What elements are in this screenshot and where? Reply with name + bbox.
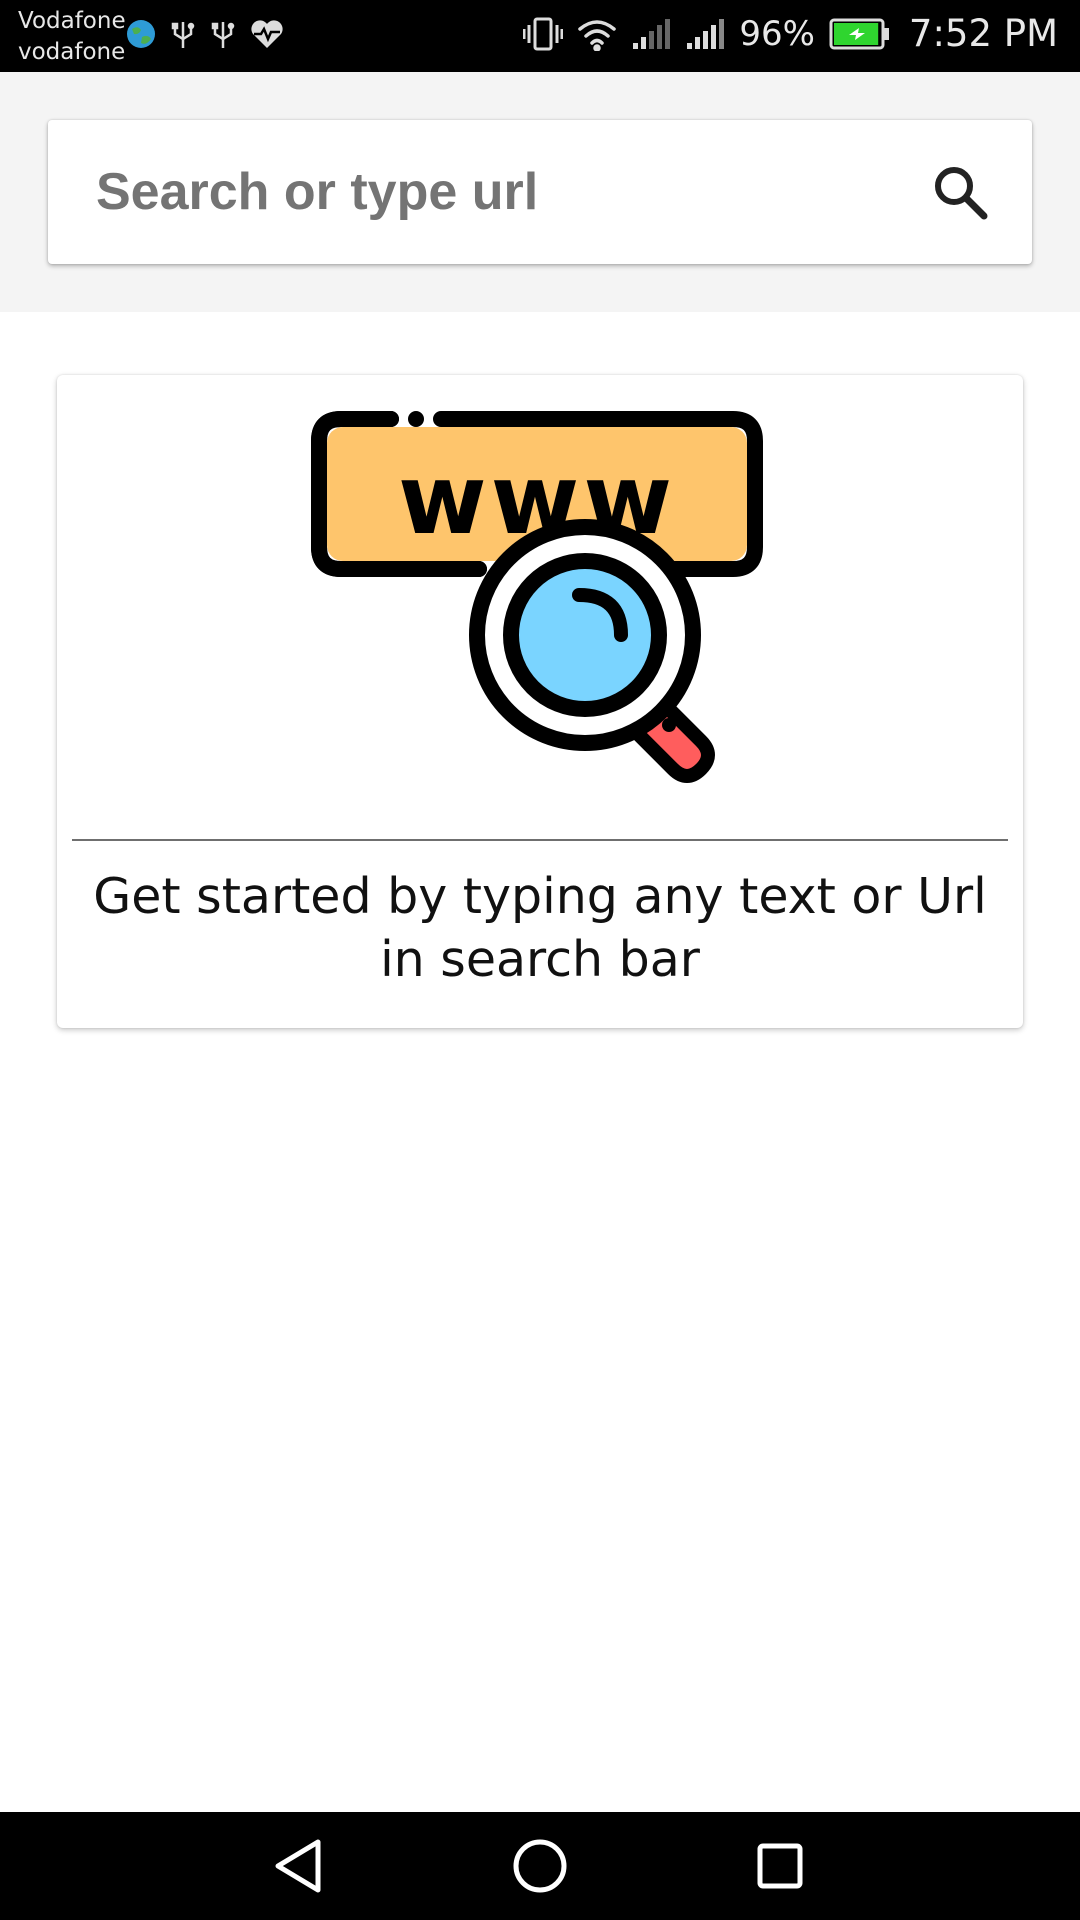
usb-icon (211, 22, 235, 48)
vibrate-icon (523, 17, 564, 50)
carrier-primary: Vodafone (18, 8, 126, 34)
battery-percent: 96% (739, 13, 815, 54)
search-area (0, 72, 1080, 312)
search-button[interactable] (928, 160, 992, 224)
home-button[interactable] (510, 1836, 570, 1896)
back-button[interactable] (270, 1836, 330, 1896)
battery-charging-icon (829, 18, 889, 49)
www-search-illustration: www (311, 411, 763, 783)
search-icon (935, 167, 988, 220)
signal-icon (687, 18, 725, 49)
carrier-secondary: vodafone (18, 39, 126, 65)
divider (72, 839, 1008, 841)
search-bar[interactable] (48, 120, 1032, 264)
globe-icon (127, 20, 155, 48)
recents-icon (757, 1843, 803, 1889)
empty-state-card: www Get started by typing any text or Ur… (57, 375, 1023, 1028)
recents-button[interactable] (750, 1836, 810, 1896)
navigation-bar (0, 1812, 1080, 1920)
search-input[interactable] (96, 120, 916, 264)
back-icon (275, 1839, 321, 1893)
home-icon (513, 1839, 567, 1893)
wifi-icon (578, 19, 617, 51)
carrier-info: Vodafone vodafone (18, 6, 126, 68)
empty-state-message: Get started by typing any text or Url in… (93, 868, 987, 988)
usb-icon (171, 22, 195, 48)
heart-pulse-icon (251, 20, 283, 48)
clock: 7:52 PM (908, 12, 1058, 55)
signal-icon (633, 18, 671, 49)
status-bar: Vodafone vodafone 96% 7:52 PM (0, 0, 1080, 72)
